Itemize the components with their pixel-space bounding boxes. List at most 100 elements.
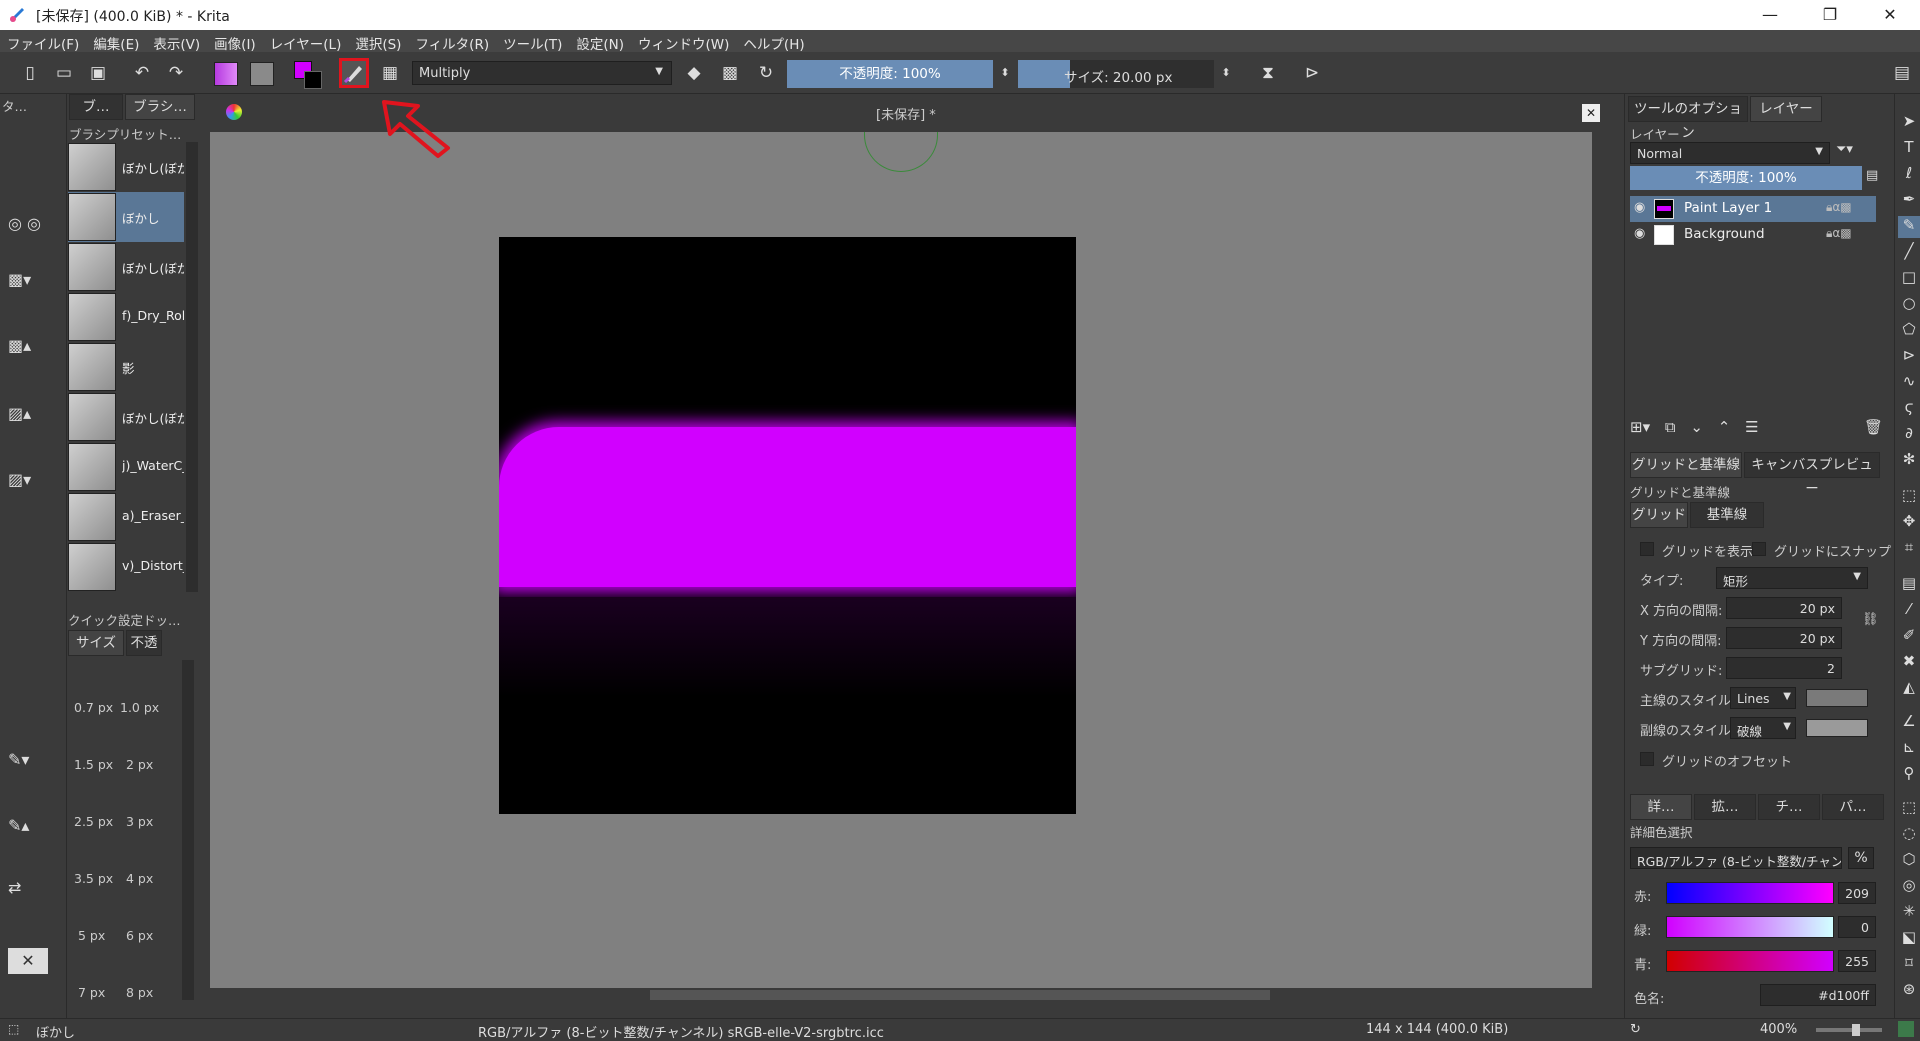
main-style-select[interactable]: Lines ▼ bbox=[1730, 687, 1796, 709]
size-spin-icon[interactable]: ⬍ bbox=[1214, 61, 1238, 85]
grid-type-select[interactable]: 矩形 ▼ bbox=[1716, 567, 1868, 589]
transform-tool-icon[interactable]: ⬚ bbox=[1898, 486, 1920, 508]
fg-bg-color-selector[interactable] bbox=[294, 61, 324, 89]
edit-shape-tool-icon[interactable]: ✒ bbox=[1898, 190, 1920, 212]
brush-preset-item[interactable]: j)_WaterC_I bbox=[68, 442, 184, 492]
subgrid-input[interactable]: 2 bbox=[1726, 657, 1842, 679]
sub-style-select[interactable]: 破線 ▼ bbox=[1730, 717, 1796, 739]
pattern-swatch[interactable] bbox=[250, 62, 274, 86]
rotate-canvas-icon[interactable]: ↻ bbox=[1630, 1022, 1641, 1037]
lasso-select-tool-icon[interactable]: ◎ bbox=[1898, 876, 1920, 898]
brush-preset-item[interactable]: ぼかし(ぼか bbox=[68, 392, 184, 442]
magnetic-select-tool-icon[interactable]: ⊛ bbox=[1898, 980, 1920, 1002]
brush-preset-editor-button[interactable] bbox=[339, 58, 369, 88]
menu-file[interactable]: ファイル(F) bbox=[0, 30, 86, 53]
minimize-button[interactable]: — bbox=[1740, 0, 1800, 30]
size-option[interactable]: 7 px bbox=[78, 985, 105, 1000]
edit-up-icon[interactable]: ✎▴ bbox=[8, 816, 48, 838]
tab-brush-presets[interactable]: ブラシ… bbox=[125, 94, 195, 120]
menu-help[interactable]: ヘルプ(H) bbox=[736, 30, 811, 53]
redo-icon[interactable]: ↷ bbox=[164, 61, 188, 85]
tab-canvas-preview[interactable]: キャンバスプレビュー bbox=[1744, 452, 1880, 497]
delete-layer-icon[interactable]: 🗑︎ bbox=[1864, 418, 1884, 438]
gradient-down-icon[interactable]: ▨▾ bbox=[8, 470, 48, 492]
brush-mode-icon[interactable]: ◎ ◎ bbox=[8, 214, 48, 236]
color-picker-tool-icon[interactable]: ⁄ bbox=[1898, 600, 1920, 622]
layer-row-selected[interactable]: ◉ Paint Layer 1 🔒︎α▩ bbox=[1630, 196, 1876, 222]
scroll-thumb[interactable] bbox=[650, 990, 1270, 1000]
blue-value-input[interactable]: 255 bbox=[1838, 950, 1876, 972]
move-up-icon[interactable]: ⌃ bbox=[1718, 418, 1731, 436]
percent-toggle-button[interactable]: % bbox=[1848, 847, 1874, 869]
tab-quick-opacity[interactable]: 不透 bbox=[126, 630, 162, 656]
brush-preset-item[interactable]: ぼかし(ぼか bbox=[68, 242, 184, 292]
rect-select-tool-icon[interactable]: ⬚ bbox=[1898, 798, 1920, 820]
select-tool-icon[interactable]: ➤ bbox=[1898, 112, 1920, 134]
gradient-swatch[interactable] bbox=[214, 62, 238, 86]
maximize-button[interactable]: ❐ bbox=[1800, 0, 1860, 30]
size-option[interactable]: 0.7 px bbox=[74, 700, 113, 715]
text-tool-icon[interactable]: T bbox=[1898, 138, 1920, 160]
bezier-tool-icon[interactable]: ∿ bbox=[1898, 372, 1920, 394]
main-line-color-button[interactable] bbox=[1806, 689, 1868, 707]
ellipse-tool-icon[interactable]: ○ bbox=[1898, 294, 1920, 316]
multibrush-tool-icon[interactable]: ✻ bbox=[1898, 450, 1920, 472]
menu-image[interactable]: 画像(I) bbox=[207, 30, 263, 53]
dynamic-brush-tool-icon[interactable]: ∂ bbox=[1898, 424, 1920, 446]
quick-settings-scrollbar[interactable] bbox=[182, 660, 194, 1000]
dock-options-icon[interactable]: ▤ bbox=[1890, 61, 1914, 85]
brush-list-scrollbar[interactable] bbox=[186, 142, 198, 592]
tab-brushes-short[interactable]: ブ… bbox=[69, 94, 123, 120]
size-option[interactable]: 1.0 px bbox=[120, 700, 159, 715]
crop-tool-icon[interactable]: ⌗ bbox=[1898, 538, 1920, 560]
eye-icon[interactable]: ◉ bbox=[1634, 226, 1645, 241]
polygon-select-tool-icon[interactable]: ⬡ bbox=[1898, 850, 1920, 872]
size-option[interactable]: 3 px bbox=[126, 814, 153, 829]
new-document-icon[interactable]: ▯ bbox=[18, 61, 42, 85]
grid-offset-checkbox[interactable] bbox=[1640, 752, 1654, 766]
canvas-horizontal-scrollbar[interactable] bbox=[210, 988, 1606, 1002]
line-tool-icon[interactable]: ╱ bbox=[1898, 242, 1920, 264]
polyline-tool-icon[interactable]: ⊳ bbox=[1898, 346, 1920, 368]
blue-channel-slider[interactable] bbox=[1666, 950, 1834, 972]
size-option[interactable]: 3.5 px bbox=[74, 871, 113, 886]
document-tab-title[interactable]: [未保存] * bbox=[876, 104, 936, 123]
magic-wand-tool-icon[interactable]: ✳ bbox=[1898, 902, 1920, 924]
tab-grid[interactable]: グリッド bbox=[1630, 502, 1688, 528]
image-canvas[interactable] bbox=[499, 237, 1076, 814]
sub-line-color-button[interactable] bbox=[1806, 719, 1868, 737]
layer-opacity-slider[interactable]: 不透明度: 100% bbox=[1630, 166, 1862, 190]
size-option[interactable]: 2 px bbox=[126, 757, 153, 772]
layer-name[interactable]: Background bbox=[1684, 226, 1765, 242]
swap-icon[interactable]: ⇄ bbox=[8, 878, 48, 900]
zoom-slider[interactable] bbox=[1816, 1024, 1882, 1036]
tab-channel-color[interactable]: チ… bbox=[1758, 794, 1820, 820]
size-option[interactable]: 5 px bbox=[78, 928, 105, 943]
canvas-viewport[interactable] bbox=[210, 132, 1606, 988]
menu-view[interactable]: 表示(V) bbox=[146, 30, 207, 53]
zoom-fit-icon[interactable] bbox=[1898, 1021, 1914, 1037]
pattern-down-icon[interactable]: ▩▾ bbox=[8, 270, 48, 292]
layer-lock-icon[interactable]: 🔒︎α▩ bbox=[1826, 226, 1852, 241]
brush-presets-grid-icon[interactable]: ▦ bbox=[378, 61, 402, 85]
opacity-slider[interactable]: 不透明度: 100% bbox=[787, 60, 993, 88]
assistant-tool-icon[interactable]: ✖ bbox=[1898, 652, 1920, 674]
pattern-up-icon[interactable]: ▩▴ bbox=[8, 336, 48, 358]
y-spacing-input[interactable]: 20 px bbox=[1726, 627, 1842, 649]
green-value-input[interactable]: 0 bbox=[1838, 916, 1876, 938]
edit-down-icon[interactable]: ✎▾ bbox=[8, 750, 48, 772]
gradient-tool-icon[interactable]: ▤ bbox=[1898, 574, 1920, 596]
x-spacing-input[interactable]: 20 px bbox=[1726, 597, 1842, 619]
tab-grid-guides[interactable]: グリッドと基準線 bbox=[1630, 452, 1742, 478]
layer-blend-select[interactable]: Normal ▼ bbox=[1630, 142, 1830, 164]
layer-lock-icon[interactable]: 🔒︎α▩ bbox=[1826, 200, 1852, 215]
tab-tool-options[interactable]: ツールのオプション bbox=[1628, 96, 1748, 141]
gradient-up-icon[interactable]: ▨▴ bbox=[8, 404, 48, 426]
tab-layers[interactable]: レイヤー bbox=[1750, 96, 1822, 122]
brush-preset-item[interactable]: 影 bbox=[68, 342, 184, 392]
move-tool-icon[interactable]: ✥ bbox=[1898, 512, 1920, 534]
size-option[interactable]: 4 px bbox=[126, 871, 153, 886]
layer-row[interactable]: ◉ Background 🔒︎α▩ bbox=[1630, 222, 1876, 248]
layer-name[interactable]: Paint Layer 1 bbox=[1684, 200, 1772, 216]
size-option[interactable]: 6 px bbox=[126, 928, 153, 943]
